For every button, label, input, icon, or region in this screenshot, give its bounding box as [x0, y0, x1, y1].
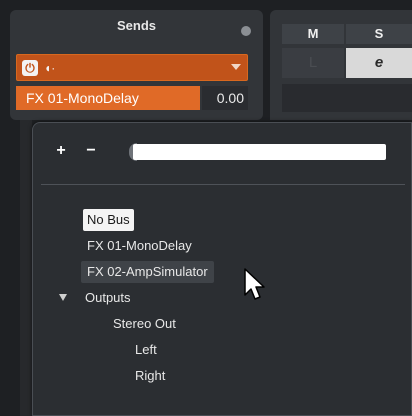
bus-folder-outputs[interactable]: Outputs: [81, 287, 135, 309]
mouse-pointer-icon: [244, 268, 265, 300]
channel-strip-field: [282, 84, 412, 112]
pre-post-fader-icon[interactable]: ◖·: [44, 59, 58, 77]
sends-activate-dot-icon[interactable]: [241, 26, 251, 36]
bus-item-stereo-out[interactable]: Stereo Out: [109, 313, 180, 335]
panel-edge: [20, 120, 32, 416]
bus-item-left[interactable]: Left: [131, 339, 161, 361]
edit-button[interactable]: e: [346, 48, 412, 78]
power-icon[interactable]: ⏻: [22, 60, 38, 76]
chevron-down-icon[interactable]: [231, 64, 241, 70]
listen-button[interactable]: L: [282, 48, 344, 78]
solo-header: S: [346, 24, 412, 44]
expand-triangle-icon[interactable]: [59, 294, 67, 301]
bus-selector-popup: + − No Bus FX 01-MonoDelay FX 02-AmpSimu…: [32, 122, 412, 416]
send-level-value[interactable]: 0.00: [202, 86, 248, 110]
collapse-all-button[interactable]: −: [83, 141, 99, 161]
divider: [41, 184, 405, 185]
bus-item-fx01[interactable]: FX 01-MonoDelay: [83, 235, 196, 257]
mute-solo-panel: M S L e: [270, 10, 412, 120]
send-slot-selector[interactable]: ⏻ ◖·: [16, 54, 248, 81]
expand-all-button[interactable]: +: [53, 141, 69, 161]
send-destination-name[interactable]: FX 01-MonoDelay: [16, 86, 200, 110]
sends-title: Sends: [116, 18, 156, 33]
mute-header: M: [282, 24, 344, 44]
bus-item-no-bus[interactable]: No Bus: [83, 209, 134, 231]
search-input[interactable]: [133, 144, 386, 160]
bus-item-right[interactable]: Right: [131, 365, 169, 387]
bus-item-fx02[interactable]: FX 02-AmpSimulator: [81, 261, 214, 283]
